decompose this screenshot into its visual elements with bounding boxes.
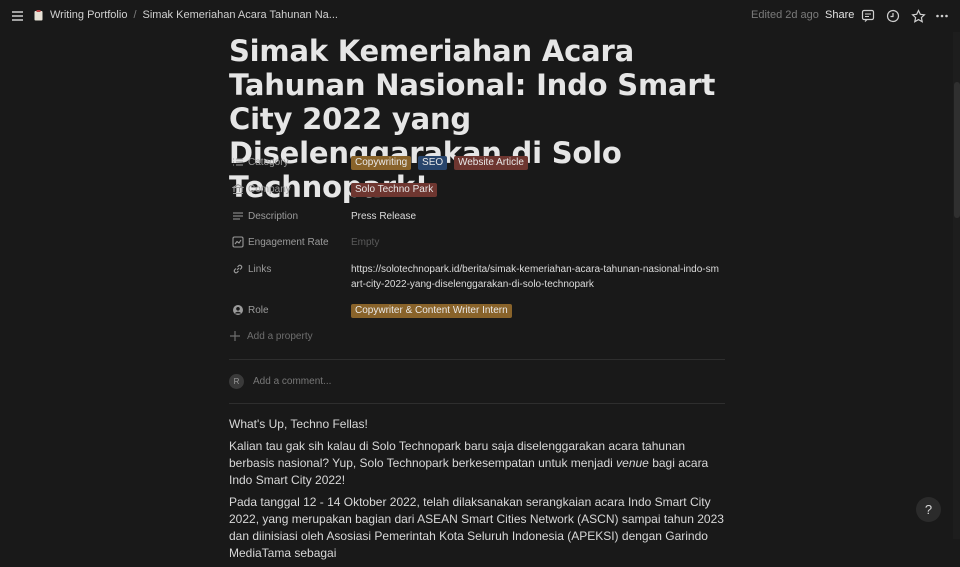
link-icon xyxy=(233,264,243,274)
page-body[interactable]: What's Up, Techno Fellas! Kalian tau gak… xyxy=(229,416,729,567)
comment-input[interactable]: Add a comment... xyxy=(253,376,331,387)
property-description[interactable]: Description Press Release xyxy=(229,207,729,227)
comment-icon[interactable] xyxy=(860,8,876,24)
tag-solo-techno-park[interactable]: Solo Techno Park xyxy=(351,183,438,197)
clock-icon[interactable] xyxy=(885,8,901,24)
property-name-engagement-rate: Engagement Rate xyxy=(232,236,329,248)
share-button[interactable]: Share xyxy=(825,9,854,21)
add-property-label: Add a property xyxy=(247,330,313,342)
menu-icon[interactable] xyxy=(9,8,25,24)
breadcrumb-separator: / xyxy=(133,9,137,21)
divider xyxy=(229,359,725,360)
property-value-company[interactable]: Solo Techno Park xyxy=(351,182,441,197)
top-bar: Writing Portfolio / Simak Kemeriahan Aca… xyxy=(0,0,960,32)
tag-seo[interactable]: SEO xyxy=(418,156,448,170)
property-category[interactable]: Category Copywriting SEO Website Article xyxy=(229,153,729,173)
star-icon[interactable] xyxy=(910,8,926,24)
paragraph[interactable]: Pada tanggal 12 - 14 Oktober 2022, telah… xyxy=(229,494,729,562)
property-value-description[interactable]: Press Release xyxy=(351,209,416,224)
comment-box[interactable]: R Add a comment... xyxy=(229,374,331,389)
emphasis-text: venue xyxy=(616,456,649,470)
property-label: Role xyxy=(248,304,269,316)
property-label: Category xyxy=(248,156,289,168)
property-label: Company xyxy=(248,183,291,195)
divider xyxy=(229,403,725,404)
property-label: Engagement Rate xyxy=(248,236,329,248)
property-name-company: Company xyxy=(232,183,291,195)
edited-status: Edited 2d ago xyxy=(751,9,819,21)
breadcrumb-page[interactable]: Simak Kemeriahan Acara Tahunan Na... xyxy=(143,9,338,21)
property-value-engagement-rate[interactable]: Empty xyxy=(351,235,379,250)
help-button[interactable]: ? xyxy=(916,497,941,522)
property-role[interactable]: Role Copywriter & Content Writer Intern xyxy=(229,301,729,321)
page-title[interactable]: Simak Kemeriahan Acara Tahunan Nasional:… xyxy=(229,34,729,204)
property-engagement-rate[interactable]: Engagement Rate Empty xyxy=(229,233,729,253)
property-links[interactable]: Links https://solotechnopark.id/berita/s… xyxy=(229,260,729,294)
chart-icon xyxy=(232,236,244,248)
tag-role[interactable]: Copywriter & Content Writer Intern xyxy=(351,304,512,318)
text-icon xyxy=(233,212,243,220)
person-icon xyxy=(233,305,243,315)
bank-icon xyxy=(232,183,244,195)
breadcrumb: Writing Portfolio / Simak Kemeriahan Aca… xyxy=(34,9,338,21)
scrollbar-thumb[interactable] xyxy=(954,82,960,218)
plus-icon xyxy=(230,331,240,341)
property-company[interactable]: Company Solo Techno Park xyxy=(229,180,729,200)
list-icon xyxy=(233,158,243,166)
tag-copywriting[interactable]: Copywriting xyxy=(351,156,412,170)
property-label: Links xyxy=(248,263,272,275)
property-name-description: Description xyxy=(232,210,298,222)
property-value-category[interactable]: Copywriting SEO Website Article xyxy=(351,155,532,170)
avatar: R xyxy=(229,374,244,389)
property-name-links: Links xyxy=(232,263,271,275)
breadcrumb-root[interactable]: Writing Portfolio xyxy=(50,9,127,21)
property-value-links[interactable]: https://solotechnopark.id/berita/simak-k… xyxy=(351,262,721,292)
page-icon xyxy=(34,9,43,21)
property-name-role: Role xyxy=(232,304,269,316)
property-label: Description xyxy=(248,210,299,222)
more-icon[interactable] xyxy=(934,8,950,24)
paragraph[interactable]: Kalian tau gak sih kalau di Solo Technop… xyxy=(229,438,729,489)
paragraph[interactable]: What's Up, Techno Fellas! xyxy=(229,416,729,433)
tag-website-article[interactable]: Website Article xyxy=(453,156,528,170)
property-value-role[interactable]: Copywriter & Content Writer Intern xyxy=(351,303,516,318)
add-property-button[interactable]: Add a property xyxy=(229,330,313,342)
property-name-category: Category xyxy=(232,156,289,168)
page-header: Simak Kemeriahan Acara Tahunan Nasional:… xyxy=(229,34,729,204)
